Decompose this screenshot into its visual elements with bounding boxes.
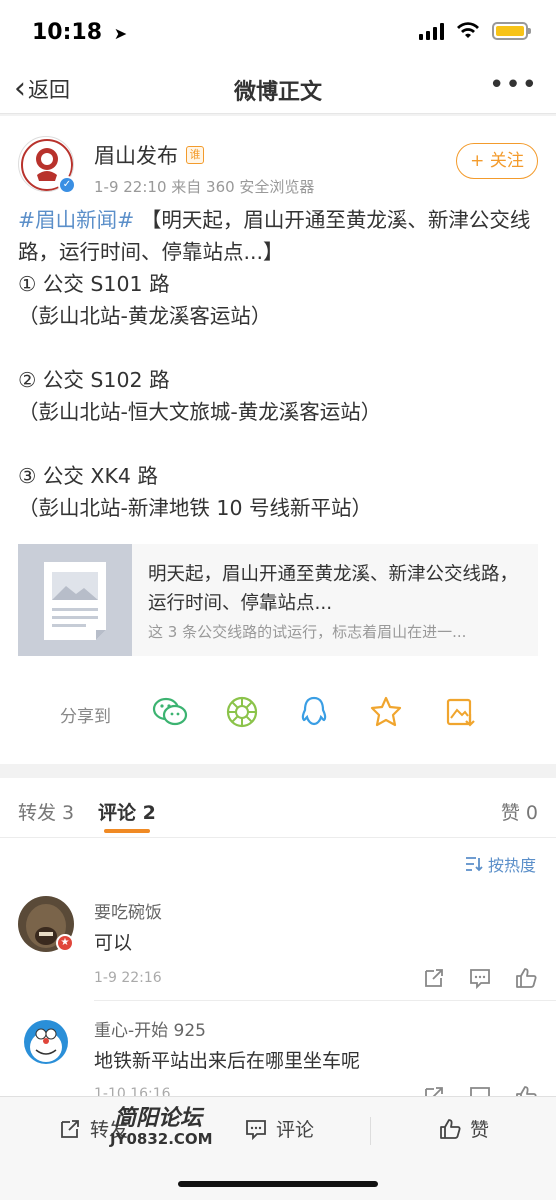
route-stops: （彭山北站-黄龙溪客运站） — [18, 304, 272, 328]
comment-icon — [246, 1119, 266, 1140]
comment-time: 1-10 16:16 — [94, 1086, 171, 1096]
verified-badge-icon: ✓ — [58, 176, 76, 194]
article-thumbnail — [18, 544, 132, 656]
watermark-url: JY0832.COM — [110, 1130, 213, 1148]
comment-time: 1-9 22:16 — [94, 970, 162, 986]
share-icon — [61, 1119, 79, 1138]
comment-text: 可以 — [94, 932, 133, 954]
comment-button[interactable]: 评论 — [244, 1115, 314, 1142]
favorite-star-icon[interactable] — [366, 692, 406, 732]
sort-label: 按热度 — [487, 856, 536, 875]
status-icons — [419, 22, 531, 40]
tab-repost[interactable]: 转发 3 — [18, 798, 74, 825]
sort-icon — [465, 857, 483, 872]
like-label: 赞 — [470, 1119, 490, 1141]
route-name: ② 公交 S102 路 — [18, 368, 170, 392]
document-icon — [44, 562, 106, 640]
comment-icon[interactable] — [468, 966, 492, 990]
vip-badge-icon: 谁 — [186, 146, 204, 164]
like-button[interactable]: 赞 — [438, 1115, 489, 1142]
user-badge-icon: ★ — [56, 934, 74, 952]
topic-link[interactable]: #眉山新闻# — [18, 208, 134, 232]
tab-comment[interactable]: 评论 2 — [98, 798, 156, 825]
share-icon[interactable] — [422, 1084, 446, 1096]
route-stops: （彭山北站-恒大文旅城-黄龙溪客运站） — [18, 400, 382, 424]
follow-button[interactable]: + 关注 — [456, 143, 538, 179]
tab-like[interactable]: 赞 0 — [501, 798, 538, 825]
user-avatar-image — [18, 1014, 74, 1070]
home-indicator[interactable] — [178, 1181, 378, 1187]
article-description: 这 3 条公交线路的试运行，标志着眉山在进一... — [148, 623, 467, 641]
like-icon[interactable] — [514, 966, 538, 990]
sort-by-hot-button[interactable]: 按热度 — [464, 852, 536, 876]
username[interactable]: 眉山发布 谁 — [94, 140, 204, 170]
like-icon[interactable] — [514, 1084, 538, 1096]
divider — [94, 1000, 556, 1001]
comment-actions — [422, 966, 538, 990]
signal-icon — [419, 22, 444, 40]
more-icon[interactable]: ••• — [489, 70, 538, 100]
avatar[interactable] — [18, 1014, 74, 1070]
route-name: ① 公交 S101 路 — [18, 272, 170, 296]
save-image-icon[interactable] — [440, 692, 480, 732]
share-label: 分享到 — [60, 707, 111, 727]
comment-list: 按热度 ★ 要吃碗饭 可以 1-9 22:16 重心-开始 925 地铁新平站出… — [0, 838, 556, 1096]
divider — [370, 1117, 371, 1145]
status-time: 10:18 ➤ — [32, 20, 128, 45]
comment-icon[interactable] — [468, 1084, 492, 1096]
post-card: ✓ 眉山发布 谁 1-9 22:10 来自 360 安全浏览器 + 关注 #眉山… — [0, 116, 556, 764]
article-link-card[interactable]: 明天起，眉山开通至黄龙溪、新津公交线路，运行时间、停靠站点... 这 3 条公交… — [18, 544, 538, 656]
watermark: 简阳论坛 JY0832.COM — [106, 1100, 226, 1156]
route-name: ③ 公交 XK4 路 — [18, 464, 158, 488]
qq-icon[interactable] — [294, 692, 334, 732]
post-body: #眉山新闻# 【明天起，眉山开通至黄龙溪、新津公交线路，运行时间、停靠站点...… — [18, 204, 538, 524]
comment-author[interactable]: 要吃碗饭 — [94, 898, 162, 923]
moments-icon[interactable] — [222, 692, 262, 732]
comment-tabs: 转发 3 评论 2 赞 0 — [0, 778, 556, 838]
battery-icon — [492, 22, 531, 40]
comment-text: 地铁新平站出来后在哪里坐车呢 — [94, 1050, 361, 1072]
watermark-text: 简阳论坛 — [114, 1106, 203, 1131]
post-meta: 1-9 22:10 来自 360 安全浏览器 — [94, 178, 315, 196]
location-arrow-icon: ➤ — [113, 24, 128, 43]
share-icon[interactable] — [422, 966, 446, 990]
article-title: 明天起，眉山开通至黄龙溪、新津公交线路，运行时间、停靠站点... — [148, 564, 519, 614]
nav-bar: ‹ 返回 微博正文 ••• — [0, 64, 556, 114]
status-bar: 10:18 ➤ — [0, 0, 556, 64]
comment-author[interactable]: 重心-开始 925 — [94, 1016, 206, 1041]
comment-label: 评论 — [276, 1119, 315, 1141]
username-text: 眉山发布 — [94, 144, 178, 168]
route-stops: （彭山北站-新津地铁 10 号线新平站） — [18, 496, 373, 520]
comment-actions — [422, 1084, 538, 1096]
wechat-icon[interactable] — [150, 692, 190, 732]
page-title: 微博正文 — [233, 80, 322, 105]
wifi-icon — [457, 22, 479, 38]
tab-active-indicator — [104, 829, 150, 833]
like-icon — [440, 1118, 461, 1139]
